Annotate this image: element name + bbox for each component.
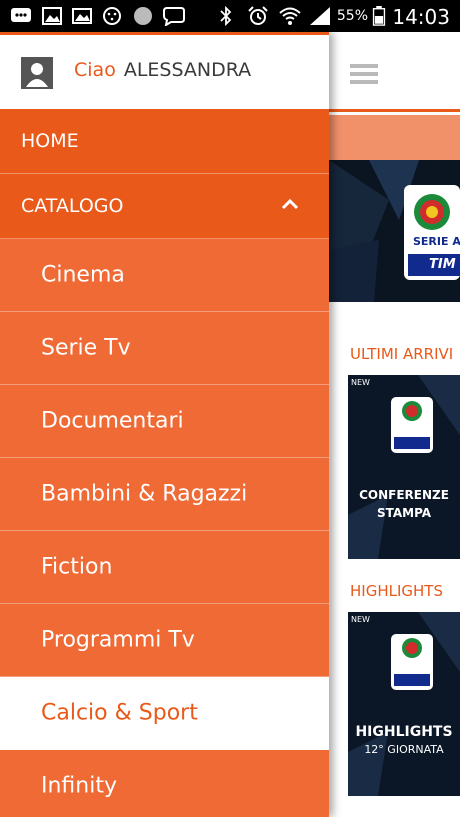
menu-item-home[interactable]: HOME xyxy=(0,109,329,174)
poster-background xyxy=(348,375,460,559)
menu-item-calcio-sport[interactable]: Calcio & Sport xyxy=(0,677,329,750)
new-badge: NEW xyxy=(351,615,370,624)
menu-item-fiction[interactable]: Fiction xyxy=(0,531,329,604)
poster-card[interactable]: NEW CONFERENZE STAMPA xyxy=(348,375,460,559)
section-title-highlights: HIGHLIGHTS xyxy=(350,582,443,600)
menu-item-label: Calcio & Sport xyxy=(41,700,198,726)
poster-subtitle: STAMPA xyxy=(376,506,432,520)
menu-item-label: Fiction xyxy=(41,554,113,580)
menu-item-label: Serie Tv xyxy=(41,335,131,361)
poster-title: HIGHLIGHTS xyxy=(355,724,453,740)
new-badge: NEW xyxy=(351,378,370,387)
main-content: SERIE A TIM ULTIMI ARRIVI NEW CONFERENZE… xyxy=(329,32,460,817)
menu-item-serie-tv[interactable]: Serie Tv xyxy=(0,312,329,385)
menu-item-label: CATALOGO xyxy=(21,195,124,217)
clock: 14:03 xyxy=(392,5,450,29)
user-name: ALESSANDRA xyxy=(123,59,252,81)
chevron-up-icon[interactable] xyxy=(281,198,299,210)
wifi-icon xyxy=(279,7,301,25)
greeting: Ciao ALESSANDRA xyxy=(74,59,251,81)
image-icon xyxy=(42,7,62,25)
menu-item-catalogo[interactable]: CATALOGO xyxy=(0,174,329,239)
bluetooth-icon xyxy=(220,6,232,26)
hero-banner[interactable]: SERIE A TIM xyxy=(329,160,460,302)
face-icon xyxy=(103,7,121,25)
banner-logo-text: SERIE A xyxy=(413,235,460,248)
menu-item-cinema[interactable]: Cinema xyxy=(0,239,329,312)
poster-background xyxy=(348,612,460,796)
user-icon xyxy=(23,59,51,87)
menu-item-programmi-tv[interactable]: Programmi Tv xyxy=(0,604,329,677)
menu-item-label: HOME xyxy=(21,130,79,152)
menu-item-label: Infinity xyxy=(41,773,117,799)
banner-graphic xyxy=(329,160,460,302)
poster-card[interactable]: NEW HIGHLIGHTS 12° GIORNATA xyxy=(348,612,460,796)
section-title-ultimi-arrivi: ULTIMI ARRIVI xyxy=(350,345,454,363)
drawer-header: Ciao ALESSANDRA xyxy=(0,32,329,109)
battery-percent: 55% xyxy=(336,8,368,24)
speech-icon xyxy=(163,7,185,26)
signal-icon xyxy=(310,7,330,25)
navigation-drawer: Ciao ALESSANDRA HOME CATALOGO Cinema Seri… xyxy=(0,32,329,817)
menu-item-bambini-ragazzi[interactable]: Bambini & Ragazzi xyxy=(0,458,329,531)
avatar[interactable] xyxy=(21,57,53,89)
menu-item-infinity[interactable]: Infinity xyxy=(0,750,329,817)
poster-title: CONFERENZE xyxy=(359,488,449,502)
battery-icon xyxy=(372,6,386,26)
app-toolbar xyxy=(329,32,460,112)
banner-sponsor-text: TIM xyxy=(429,257,456,272)
poster-subtitle: 12° GIORNATA xyxy=(364,743,444,756)
gallery-icon xyxy=(72,8,92,24)
menu-item-label: Cinema xyxy=(41,262,125,288)
status-bar: 55% 14:03 xyxy=(0,0,460,32)
menu-item-label: Programmi Tv xyxy=(41,627,195,653)
menu-item-label: Documentari xyxy=(41,408,184,434)
menu-item-documentari[interactable]: Documentari xyxy=(0,385,329,458)
menu-icon[interactable] xyxy=(350,64,378,84)
alarm-icon xyxy=(248,6,268,25)
chat-icon xyxy=(11,8,31,22)
circle-icon xyxy=(134,7,152,25)
menu-item-label: Bambini & Ragazzi xyxy=(41,481,248,507)
tab-band xyxy=(329,115,460,160)
greeting-ciao: Ciao xyxy=(74,59,116,81)
